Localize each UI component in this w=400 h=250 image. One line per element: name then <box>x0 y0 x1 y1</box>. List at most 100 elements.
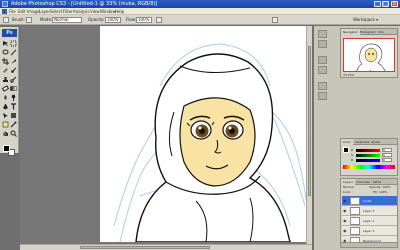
stamp-tool-icon[interactable] <box>2 76 9 83</box>
history-panel-icon[interactable] <box>318 30 327 38</box>
brushes-panel-icon[interactable] <box>318 56 327 64</box>
lasso-tool-icon[interactable] <box>2 49 9 56</box>
visibility-eye-icon[interactable]: ◉ <box>343 218 348 223</box>
mode-select[interactable]: Normal <box>52 17 82 23</box>
magic-wand-tool-icon[interactable] <box>10 49 17 56</box>
gradient-tool-icon[interactable] <box>10 85 17 92</box>
blur-tool-icon[interactable] <box>2 94 9 101</box>
ps-logo: Ps <box>2 29 17 37</box>
workspace-button[interactable]: Workspace ▾ <box>353 17 378 23</box>
layer-thumbnail <box>350 197 360 205</box>
shape-tool-icon[interactable] <box>10 112 17 119</box>
crop-tool-icon[interactable] <box>2 58 9 65</box>
navigator-zoom[interactable]: 33.33% <box>343 73 354 77</box>
vertical-scrollbar[interactable] <box>306 26 312 244</box>
horizontal-scroll-thumb[interactable] <box>80 246 210 249</box>
green-slider[interactable] <box>356 154 380 157</box>
layers-footer-toolbar <box>341 242 397 247</box>
flow-input[interactable]: 100% <box>136 17 152 23</box>
layer-name: Layer 1 <box>363 229 375 233</box>
vertical-scroll-thumb[interactable] <box>308 46 311 196</box>
menu-analysis[interactable]: Analysis <box>73 8 89 15</box>
eraser-tool-icon[interactable] <box>2 85 9 92</box>
navigator-thumbnail <box>356 43 386 71</box>
hand-tool-icon[interactable] <box>2 130 9 137</box>
airbrush-icon[interactable] <box>156 17 162 23</box>
minimize-button[interactable]: _ <box>374 1 381 7</box>
layer-fill[interactable]: Fill: 100% <box>373 190 388 195</box>
move-tool-icon[interactable] <box>2 40 9 47</box>
canvas-area[interactable] <box>20 26 312 250</box>
eyedropper-tool-icon[interactable] <box>10 121 17 128</box>
close-button[interactable]: x <box>391 1 398 7</box>
healing-tool-icon[interactable] <box>2 67 9 74</box>
layer-thumbnail <box>350 227 360 235</box>
menu-image[interactable]: Image <box>27 8 40 15</box>
color-foreground-chip[interactable] <box>343 147 349 153</box>
flow-label: Flow: <box>126 17 137 22</box>
title-bar: Adobe Photoshop CS3 - [Untitled-1 @ 33% … <box>0 0 400 8</box>
menu-window[interactable]: Window <box>100 8 116 15</box>
navigator-panel: Navigator Histogram Info 33.33% <box>340 28 398 78</box>
layer-thumbnail <box>350 217 360 225</box>
color-tabs: Color Swatches Styles <box>341 139 397 145</box>
layer-row-layer-2[interactable]: ◉ Layer 2 <box>342 216 397 226</box>
blue-value[interactable]: 0 <box>382 158 392 162</box>
layer-thumbnail <box>350 207 360 215</box>
layer-row-muka[interactable]: ◉ muka <box>342 196 397 206</box>
red-value[interactable]: 0 <box>382 148 392 152</box>
navigator-preview[interactable] <box>343 38 395 72</box>
color-panel: Color Swatches Styles R 0 G 0 B 0 <box>340 138 398 176</box>
mode-label: Mode: <box>40 17 53 22</box>
actions-panel-icon[interactable] <box>318 40 327 48</box>
menu-select[interactable]: Select <box>50 8 62 15</box>
type-tool-icon[interactable] <box>10 103 17 110</box>
menu-view[interactable]: View <box>90 8 100 15</box>
options-bar: Brush: Mode: Normal Opacity: 100% Flow: … <box>0 15 400 25</box>
brush-preset-icon[interactable] <box>3 17 9 23</box>
tab-navigator[interactable]: Navigator <box>341 29 360 35</box>
zoom-tool-icon[interactable] <box>10 130 17 137</box>
menu-file[interactable]: File <box>9 8 16 15</box>
pen-tool-icon[interactable] <box>2 103 9 110</box>
layer-row-layer-3[interactable]: ◉ Layer 3 <box>342 206 397 216</box>
tab-histogram[interactable]: Histogram <box>358 29 378 35</box>
path-select-tool-icon[interactable] <box>2 112 9 119</box>
opacity-input[interactable]: 100% <box>105 17 121 23</box>
blue-slider[interactable] <box>356 159 380 162</box>
notes-tool-icon[interactable] <box>2 121 9 128</box>
dodge-tool-icon[interactable] <box>10 94 17 101</box>
paragraph-panel-icon[interactable] <box>318 92 327 100</box>
tab-info[interactable]: Info <box>376 29 386 35</box>
ps-menu-icon[interactable] <box>2 9 7 14</box>
menu-edit[interactable]: Edit <box>18 8 26 15</box>
brush-size-picker[interactable] <box>26 17 32 23</box>
green-label: G <box>351 153 354 157</box>
brush-tool-icon[interactable] <box>10 67 17 74</box>
menu-layer[interactable]: Layer <box>39 8 50 15</box>
maximize-button[interactable]: □ <box>382 1 389 7</box>
marquee-tool-icon[interactable] <box>10 40 17 47</box>
layers-panel: Layers Channels Paths Normal Opacity: 10… <box>340 178 398 248</box>
red-slider[interactable] <box>356 149 380 152</box>
slice-tool-icon[interactable] <box>10 58 17 65</box>
visibility-eye-icon[interactable]: ◉ <box>343 228 348 233</box>
green-value[interactable]: 0 <box>382 153 392 157</box>
horizontal-scrollbar[interactable] <box>20 244 312 250</box>
opacity-label: Opacity: <box>88 17 105 22</box>
foreground-color-swatch[interactable] <box>3 145 10 152</box>
color-spectrum[interactable] <box>343 165 395 169</box>
tab-color[interactable]: Color <box>341 139 353 145</box>
clone-source-panel-icon[interactable] <box>318 66 327 74</box>
document-canvas[interactable] <box>100 26 312 242</box>
brushes-palette-icon[interactable] <box>272 17 278 23</box>
visibility-eye-icon[interactable]: ◉ <box>343 198 348 203</box>
history-brush-tool-icon[interactable] <box>10 76 17 83</box>
menu-help[interactable]: Help <box>115 8 124 15</box>
visibility-eye-icon[interactable]: ◉ <box>343 208 348 213</box>
menu-filter[interactable]: Filter <box>63 8 73 15</box>
tab-styles[interactable]: Styles <box>369 139 382 145</box>
character-panel-icon[interactable] <box>318 82 327 90</box>
green-channel-row: G 0 <box>351 153 397 157</box>
layer-row-layer-1[interactable]: ◉ Layer 1 <box>342 226 397 236</box>
